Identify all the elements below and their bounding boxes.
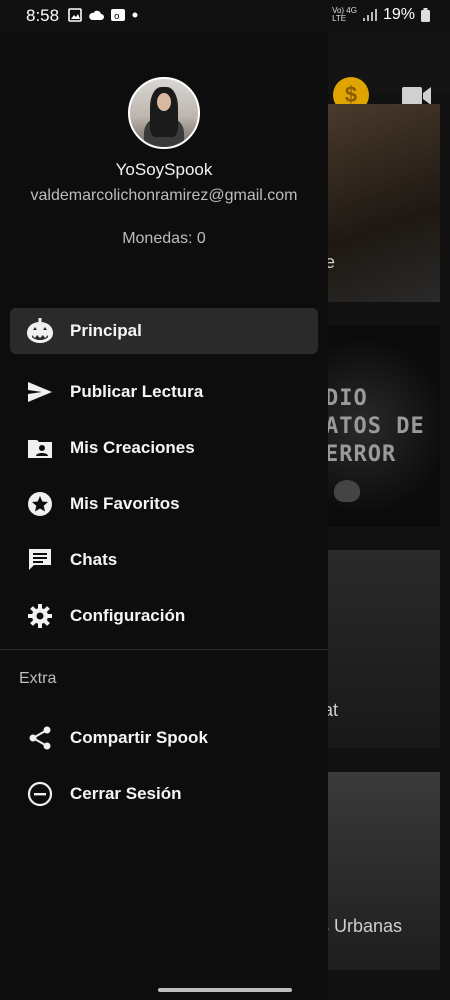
menu-item-publicar-lectura[interactable]: Publicar Lectura [0, 364, 328, 420]
dot-icon [132, 12, 138, 18]
chat-icon [25, 545, 55, 575]
logout-icon [25, 779, 55, 809]
network-indicator: Vo) 4G LTE [332, 6, 357, 23]
notification-icons: o [68, 8, 138, 22]
menu-item-compartir-spook[interactable]: Compartir Spook [0, 710, 328, 766]
story-card-title: s Urbanas [328, 916, 403, 936]
menu-item-mis-creaciones[interactable]: Mis Creaciones [0, 420, 328, 476]
battery-percent: 19% [382, 6, 415, 23]
status-bar: 8:58 o Vo) 4G LTE 19% [0, 0, 450, 32]
avatar[interactable] [128, 77, 200, 149]
section-label-extra: Extra [19, 670, 57, 687]
profile-username: YoSoySpook [115, 160, 213, 179]
menu-item-configuracion[interactable]: Configuración [0, 588, 328, 644]
navigation-drawer: YoSoySpook valdemarcolichonramirez@gmail… [0, 32, 328, 1000]
svg-text:o: o [114, 12, 120, 22]
status-right: Vo) 4G LTE 19% [332, 6, 430, 24]
gallery-icon [68, 8, 82, 22]
menu-item-chats[interactable]: Chats [0, 532, 328, 588]
battery-icon [421, 8, 430, 22]
folder-user-icon [25, 433, 55, 463]
drawer-menu: Principal Publicar Lectura Mis Creacione… [0, 308, 328, 644]
profile-email: valdemarcolichonramirez@gmail.com [30, 187, 298, 204]
send-icon [25, 377, 55, 407]
pumpkin-icon [25, 316, 55, 346]
menu-item-mis-favoritos[interactable]: Mis Favoritos [0, 476, 328, 532]
gear-icon [25, 601, 55, 631]
story-card[interactable]: at [328, 550, 440, 748]
menu-item-cerrar-sesion[interactable]: Cerrar Sesión [0, 766, 328, 822]
menu-item-label: Mis Creaciones [70, 438, 195, 457]
menu-item-label: Configuración [70, 606, 186, 625]
signal-icon [362, 9, 377, 21]
share-icon [25, 723, 55, 753]
story-card-title: e [328, 252, 336, 272]
star-icon [25, 489, 55, 519]
story-card-artwork-text: DIO ATOS DE ERROR [328, 386, 425, 467]
menu-item-label: Publicar Lectura [70, 382, 204, 401]
skull-icon [334, 480, 360, 502]
home-indicator[interactable] [158, 988, 292, 992]
story-card-title: at [328, 700, 339, 720]
story-card[interactable]: e [328, 104, 440, 302]
status-time: 8:58 [26, 6, 60, 25]
menu-item-principal[interactable]: Principal [0, 308, 328, 364]
menu-item-label: Principal [70, 321, 142, 340]
profile-coins: Monedas: 0 [122, 230, 206, 247]
menu-item-label: Compartir Spook [70, 728, 208, 747]
menu-item-label: Mis Favoritos [70, 494, 180, 513]
drawer-divider [0, 649, 328, 650]
menu-item-label: Chats [70, 550, 118, 569]
story-card[interactable]: DIO ATOS DE ERROR [328, 325, 440, 527]
story-card[interactable]: s Urbanas [328, 772, 440, 970]
outlook-icon: o [111, 9, 125, 22]
menu-item-label: Cerrar Sesión [70, 784, 182, 803]
drawer-extra-menu: Compartir Spook Cerrar Sesión [0, 710, 328, 822]
cloud-icon [89, 10, 104, 20]
